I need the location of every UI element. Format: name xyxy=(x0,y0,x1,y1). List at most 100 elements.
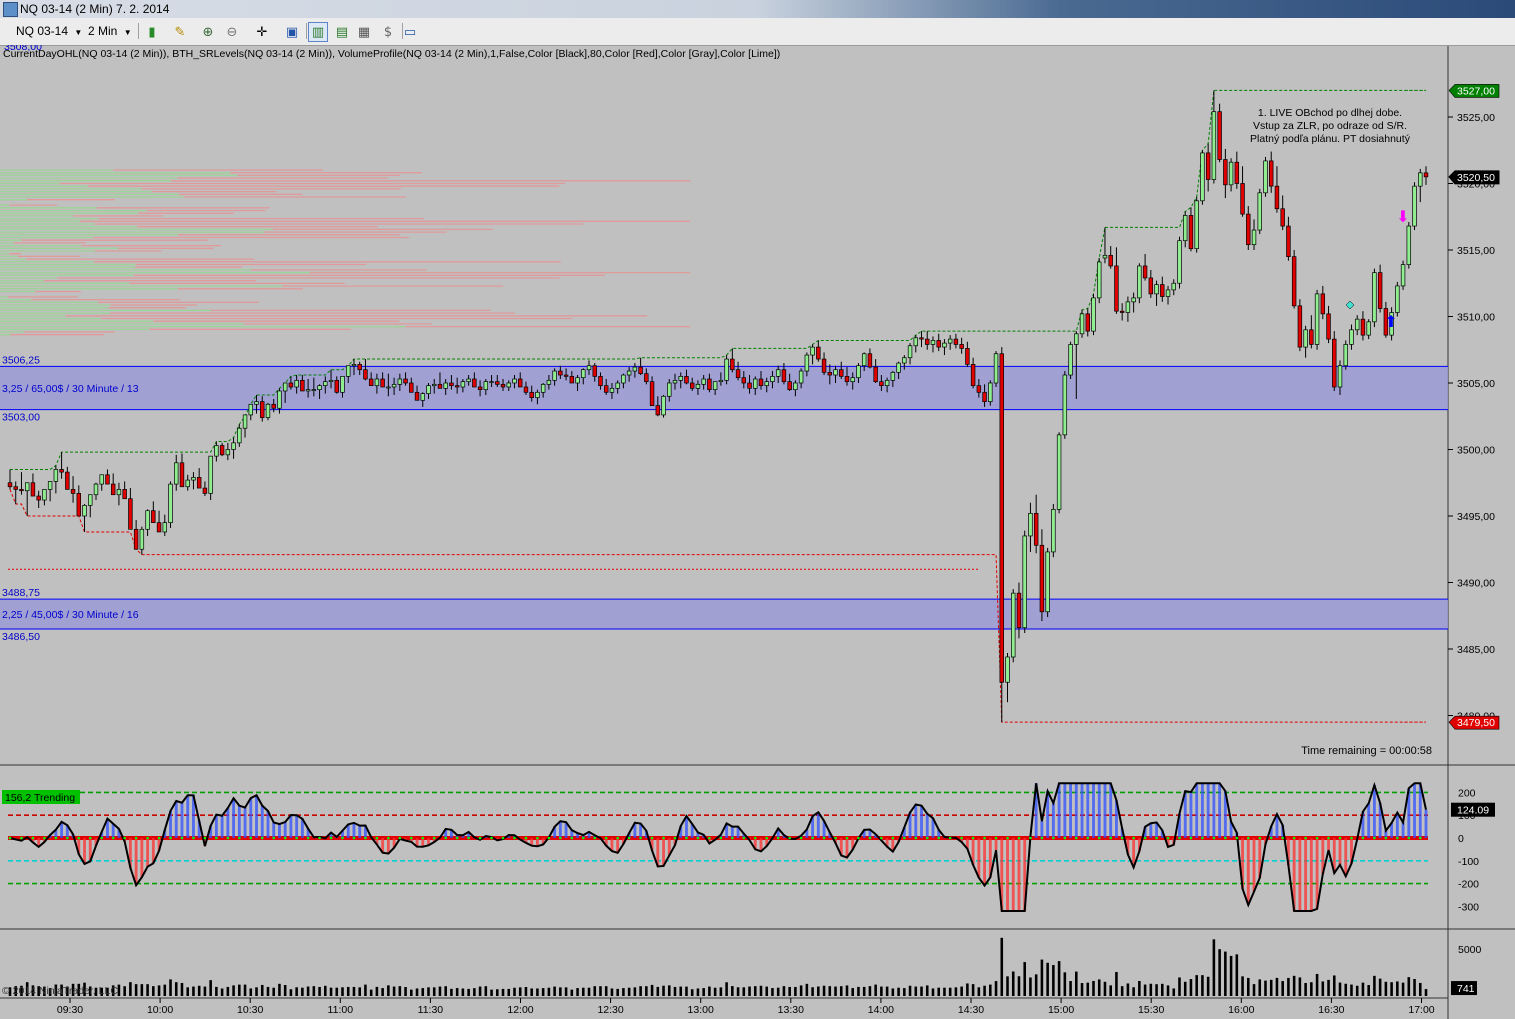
candle-body xyxy=(581,369,586,379)
oscillator-zero-dot xyxy=(54,836,58,840)
candle-body xyxy=(707,378,712,391)
candle-body xyxy=(260,401,265,418)
candle-body xyxy=(1062,374,1068,436)
candle-body xyxy=(426,385,431,394)
candle-body xyxy=(1309,329,1314,345)
candle-body xyxy=(598,376,603,387)
candle-body xyxy=(615,382,620,389)
candle-body xyxy=(139,528,145,550)
oscillator-zero-dot xyxy=(536,836,539,840)
oscillator-zero-dot xyxy=(409,836,413,840)
candle-body xyxy=(454,385,460,388)
candle xyxy=(1056,432,1062,514)
oscillator-zero-dot xyxy=(1189,836,1193,840)
candle-body xyxy=(128,498,133,530)
candle xyxy=(168,481,173,528)
oscillator-zero-dot xyxy=(880,836,883,840)
candle-body xyxy=(1280,208,1285,227)
day-low-tag-text: 3479,50 xyxy=(1457,717,1495,729)
candle xyxy=(1062,371,1068,439)
candle xyxy=(993,351,999,387)
candle-body xyxy=(466,378,471,383)
oscillator-zero-dot xyxy=(1269,836,1273,840)
candle-body xyxy=(151,510,156,523)
candle-body xyxy=(816,346,821,360)
candle-body xyxy=(953,338,959,345)
candle-body xyxy=(701,378,706,385)
candle-body xyxy=(305,389,311,392)
day-low-tag: 3479,50 xyxy=(1448,715,1500,730)
oscillator-zero-dot xyxy=(467,836,470,840)
oscillator-zero-dot xyxy=(31,836,35,840)
oscillator-zero-dot xyxy=(570,836,574,840)
candle-body xyxy=(13,486,18,490)
oscillator-zero-dot xyxy=(157,836,161,840)
candle-body xyxy=(472,378,477,388)
oscillator-tick-label: 200 xyxy=(1458,787,1476,799)
time-tick-label: 12:00 xyxy=(507,1004,533,1016)
candle-body xyxy=(288,382,294,388)
candle-body xyxy=(603,385,609,393)
candle-body xyxy=(586,365,592,371)
candle-body xyxy=(380,378,385,388)
candle-body xyxy=(99,474,104,485)
candle-body xyxy=(1022,535,1027,629)
exit-arrow-icon: ⬇ xyxy=(1396,207,1409,226)
oscillator-zero-dot xyxy=(1052,836,1055,840)
candle-body xyxy=(661,395,666,416)
oscillator-zero-dot xyxy=(77,836,81,840)
oscillator-zero-dot xyxy=(662,836,665,840)
sr-zone xyxy=(0,599,1448,630)
oscillator-zero-dot xyxy=(490,836,493,840)
candle-body xyxy=(294,379,299,388)
candle-body xyxy=(861,353,867,367)
oscillator-zero-dot xyxy=(1396,836,1399,840)
oscillator-zero-dot xyxy=(260,836,264,840)
oscillator-zero-dot xyxy=(455,836,459,840)
chart-area[interactable]: 3506,25 3503,00 3,25 / 65,00$ / 30 Minute … xyxy=(0,0,1515,1019)
sr-zone-bottom-label: 3486,50 xyxy=(2,631,40,643)
candle-body xyxy=(1108,254,1113,267)
oscillator-zero-dot xyxy=(444,836,447,840)
candle-body xyxy=(1091,297,1096,332)
oscillator-zero-dot xyxy=(1338,836,1342,840)
candle-body xyxy=(1160,284,1165,297)
price-tick-label: 3485,00 xyxy=(1457,644,1495,656)
oscillator-zero-dot xyxy=(948,836,952,840)
oscillator-zero-dot xyxy=(192,836,195,840)
candle-body xyxy=(689,382,695,389)
candle-body xyxy=(552,370,557,381)
candle-body xyxy=(340,376,345,393)
oscillator-zero-dot xyxy=(1201,836,1204,840)
candle-body xyxy=(202,487,208,494)
candle-body xyxy=(449,382,454,387)
candle xyxy=(1217,103,1222,163)
candle-body xyxy=(1366,321,1371,336)
candle-body xyxy=(191,477,196,481)
candle xyxy=(988,380,993,406)
oscillator-zero-dot xyxy=(868,836,872,840)
oscillator-zero-dot xyxy=(1006,836,1009,840)
candle-body xyxy=(93,483,99,496)
candle-body xyxy=(959,344,964,349)
candle-body xyxy=(1142,265,1148,279)
candle-body xyxy=(282,382,288,392)
oscillator-zero-dot xyxy=(1350,836,1353,840)
oscillator-zero-dot xyxy=(925,836,929,840)
candle-body xyxy=(1097,261,1102,299)
candle-body xyxy=(391,383,397,388)
candle-body xyxy=(965,348,970,365)
candle xyxy=(1022,530,1027,634)
candle-body xyxy=(758,378,764,387)
copyright-label: © 2014 NinjaTrader, LLC xyxy=(2,985,118,997)
candle-body xyxy=(540,383,546,393)
candle-body xyxy=(300,379,305,392)
time-tick-label: 12:30 xyxy=(597,1004,623,1016)
candle-body xyxy=(930,340,936,345)
oscillator-zero-dot xyxy=(1074,836,1078,840)
candle-body xyxy=(1372,272,1377,323)
oscillator-zero-dot xyxy=(1143,836,1147,840)
candle-body xyxy=(896,362,901,373)
oscillator-zero-dot xyxy=(891,836,895,840)
candle xyxy=(1079,309,1085,338)
